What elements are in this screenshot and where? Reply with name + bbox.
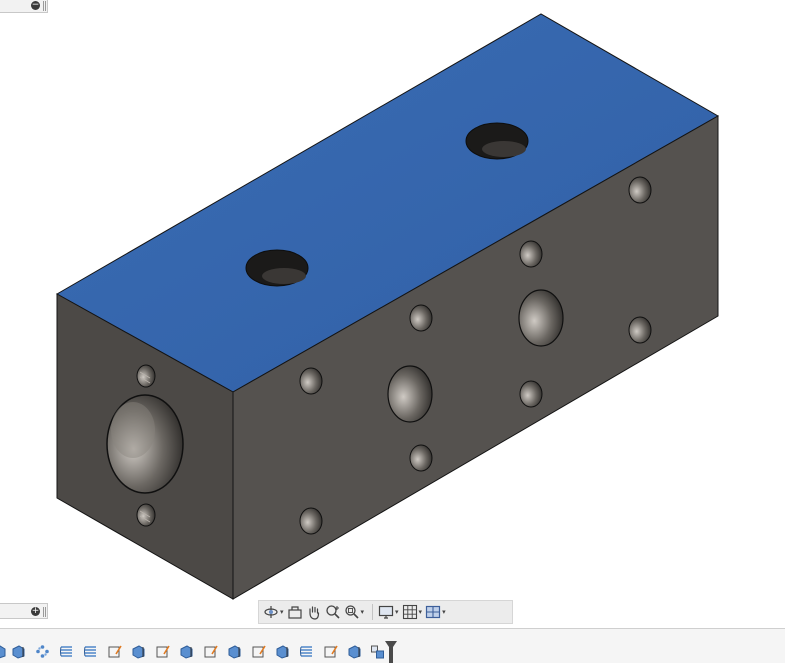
pan-icon: [308, 606, 319, 620]
side-bolt-hole: [409, 444, 433, 472]
end-bore: [106, 394, 184, 494]
timeline-feature-extrude-icon[interactable]: [275, 644, 290, 659]
timeline-feature-thread-icon[interactable]: [299, 644, 314, 659]
navigation-toolbar: ▾ ▾ ▾ ▾ ▾: [258, 600, 513, 624]
panel-grip-icon[interactable]: [43, 1, 46, 11]
side-bolt-hole: [628, 316, 652, 344]
side-bolt-hole: [299, 367, 323, 395]
display-settings-button[interactable]: ▾: [378, 602, 399, 622]
timeline-feature-extrude-icon[interactable]: [347, 644, 362, 659]
viewports-icon: [425, 605, 441, 619]
comments-panel-collapsed[interactable]: +: [0, 603, 48, 619]
grid-snaps-button[interactable]: ▾: [402, 602, 422, 622]
look-at-icon: [287, 606, 302, 619]
timeline-feature-extrude-icon[interactable]: [227, 644, 242, 659]
block-model[interactable]: [0, 0, 785, 628]
side-bolt-hole: [409, 304, 433, 332]
look-at-button[interactable]: [287, 602, 303, 622]
timeline-feature-sketch-icon[interactable]: [323, 644, 338, 659]
side-bolt-hole: [519, 240, 543, 268]
side-bolt-hole: [519, 380, 543, 408]
end-tapped-hole: [136, 364, 156, 388]
timeline-feature-extrude-icon[interactable]: [0, 644, 7, 659]
timeline-feature-extrude-icon[interactable]: [131, 644, 146, 659]
timeline-feature-sketch-icon[interactable]: [107, 644, 122, 659]
timeline-marker-icon[interactable]: [385, 641, 397, 663]
design-timeline: [0, 628, 785, 663]
orbit-button[interactable]: ▾: [263, 602, 284, 622]
side-bolt-hole: [299, 507, 323, 535]
side-port: [387, 365, 433, 423]
side-port: [518, 289, 564, 347]
toolbar-separator: [372, 604, 374, 620]
browser-panel-collapsed[interactable]: −: [0, 0, 48, 13]
timeline-feature-extrude-icon[interactable]: [179, 644, 194, 659]
timeline-feature-pattern-icon[interactable]: [35, 644, 50, 659]
timeline-feature-multi-body-icon[interactable]: [370, 644, 385, 659]
grid-icon: [402, 604, 417, 620]
zoom-icon: [325, 605, 340, 619]
timeline-feature-thread-icon[interactable]: [83, 644, 98, 659]
top-hole: [245, 249, 309, 287]
timeline-feature-thread-icon[interactable]: [59, 644, 74, 659]
timeline-feature-extrude-icon[interactable]: [11, 644, 26, 659]
viewports-button[interactable]: ▾: [425, 602, 446, 622]
graphics-viewport[interactable]: [0, 0, 785, 628]
display-settings-icon: [378, 605, 394, 619]
end-tapped-hole: [136, 503, 156, 527]
pan-button[interactable]: [306, 602, 322, 622]
timeline-feature-sketch-icon[interactable]: [155, 644, 170, 659]
orbit-icon: [264, 606, 278, 618]
zoom-button[interactable]: [325, 602, 341, 622]
zoom-window-icon: [344, 605, 359, 619]
side-bolt-hole: [628, 176, 652, 204]
top-hole: [465, 122, 529, 160]
plus-circle-icon[interactable]: +: [31, 607, 40, 616]
minus-circle-icon[interactable]: −: [31, 1, 40, 10]
panel-grip-icon[interactable]: [43, 607, 46, 617]
timeline-feature-sketch-icon[interactable]: [251, 644, 266, 659]
timeline-feature-sketch-icon[interactable]: [203, 644, 218, 659]
zoom-window-button[interactable]: ▾: [344, 602, 364, 622]
